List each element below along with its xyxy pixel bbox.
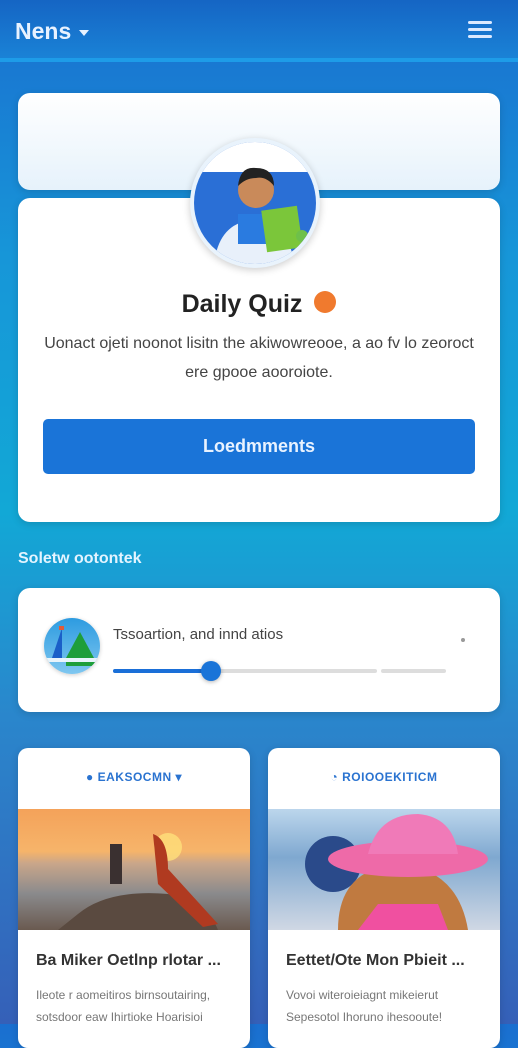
- news-title: Eettet/Ote Mon Pbieit ...: [286, 952, 465, 969]
- fire-icon: [314, 291, 337, 314]
- quiz-description: Uonact ojeti noonot lisitn the akiwowreo…: [44, 335, 474, 381]
- quiz-cta-button[interactable]: Loedmments: [43, 419, 475, 474]
- news-title: Ba Miker Oetlnp rlotar ...: [36, 952, 221, 969]
- news-image-beach: [268, 809, 500, 930]
- menu-icon[interactable]: [468, 21, 492, 39]
- section-title: Nens: [15, 18, 72, 44]
- news-category: ◔ ROIOOEKITICM: [330, 770, 438, 784]
- news-description: Vovoi witeroieiagnt mikeierut Sepesotol …: [286, 988, 443, 1024]
- section-heading: Soletw ootontek: [18, 550, 142, 567]
- app-header: Nens: [0, 0, 518, 62]
- news-card[interactable]: ◔ ROIOOEKITICM Eettet/Ote Mon Pbieit ...…: [268, 748, 500, 1048]
- more-icon[interactable]: [461, 638, 465, 642]
- chevron-down-icon: [79, 30, 90, 36]
- news-card[interactable]: ● EAKSOCMN ▾ Ba Miker Oetlnp rlotar ... …: [18, 748, 250, 1048]
- quiz-title: Daily Quiz: [0, 290, 518, 319]
- quiz-avatar-image: [190, 138, 320, 268]
- slider-thumb[interactable]: [200, 661, 221, 681]
- progress-slider[interactable]: [113, 661, 377, 681]
- sailboat-icon: [44, 618, 100, 674]
- progress-label: Tssoartion, and innd atios: [113, 626, 284, 643]
- news-image-sunset: [18, 809, 250, 930]
- progress-track-secondary: [381, 669, 446, 673]
- section-dropdown[interactable]: Nens: [15, 18, 90, 45]
- news-description: Ileote r aomeitiros birnsoutairing, sots…: [36, 988, 211, 1024]
- progress-fill: [113, 669, 211, 673]
- news-category: ● EAKSOCMN ▾: [86, 770, 182, 784]
